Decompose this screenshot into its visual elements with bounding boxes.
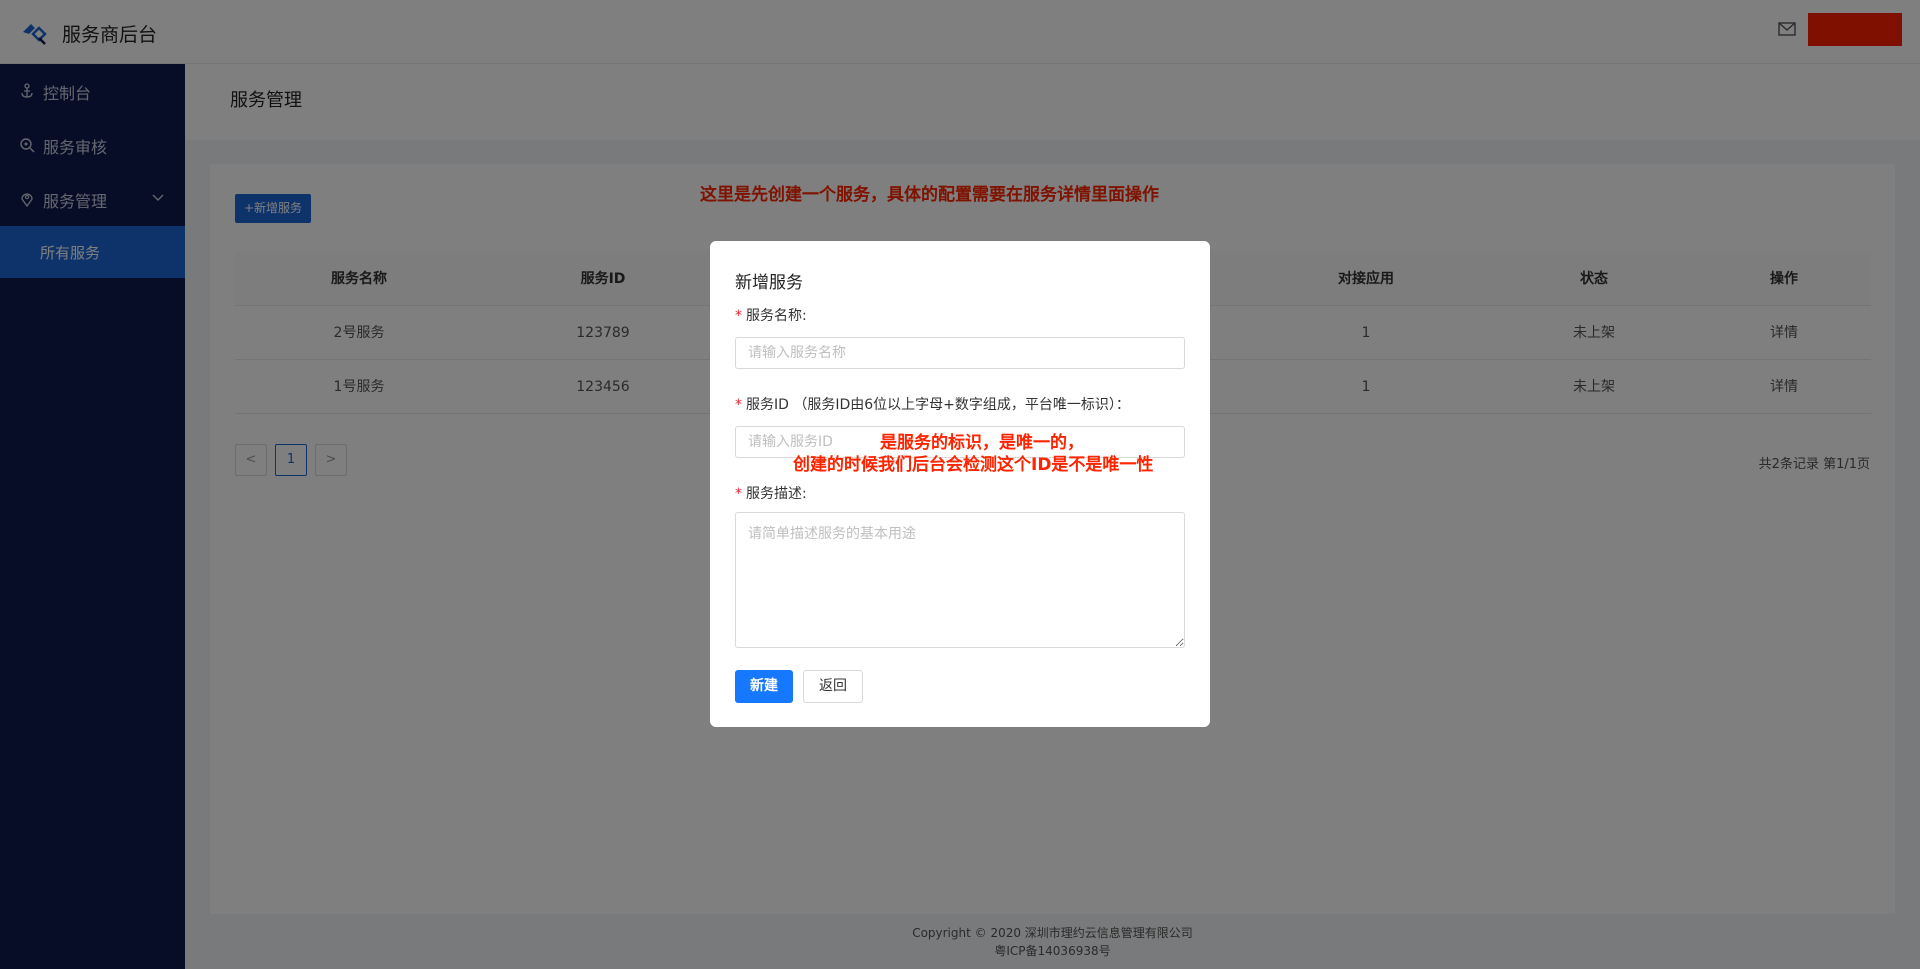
service-desc-textarea[interactable] bbox=[735, 512, 1185, 648]
annotation-id-line2: 创建的时候我们后台会检测这个ID是不是唯一性 bbox=[793, 455, 1154, 475]
service-desc-label: * 服务描述: bbox=[735, 483, 807, 503]
service-desc-label-text: 服务描述: bbox=[746, 486, 807, 502]
required-mark: * bbox=[735, 308, 742, 324]
service-id-label-text: 服务ID （服务ID由6位以上字母+数字组成，平台唯一标识）： bbox=[746, 397, 1130, 413]
service-name-label: * 服务名称: bbox=[735, 305, 807, 325]
service-name-label-text: 服务名称: bbox=[746, 308, 807, 324]
service-name-input[interactable] bbox=[735, 337, 1185, 369]
service-id-label: * 服务ID （服务ID由6位以上字母+数字组成，平台唯一标识）： bbox=[735, 394, 1130, 414]
add-service-modal: 新增服务 *服务名称: *服务ID （服务ID由6位以上字母+数字组成，平台唯一… bbox=[710, 241, 1210, 727]
required-mark: * bbox=[735, 486, 742, 502]
back-button[interactable]: 返回 bbox=[803, 670, 863, 703]
modal-title: 新增服务 bbox=[735, 273, 803, 293]
create-button[interactable]: 新建 bbox=[735, 670, 793, 703]
required-mark: * bbox=[735, 397, 742, 413]
